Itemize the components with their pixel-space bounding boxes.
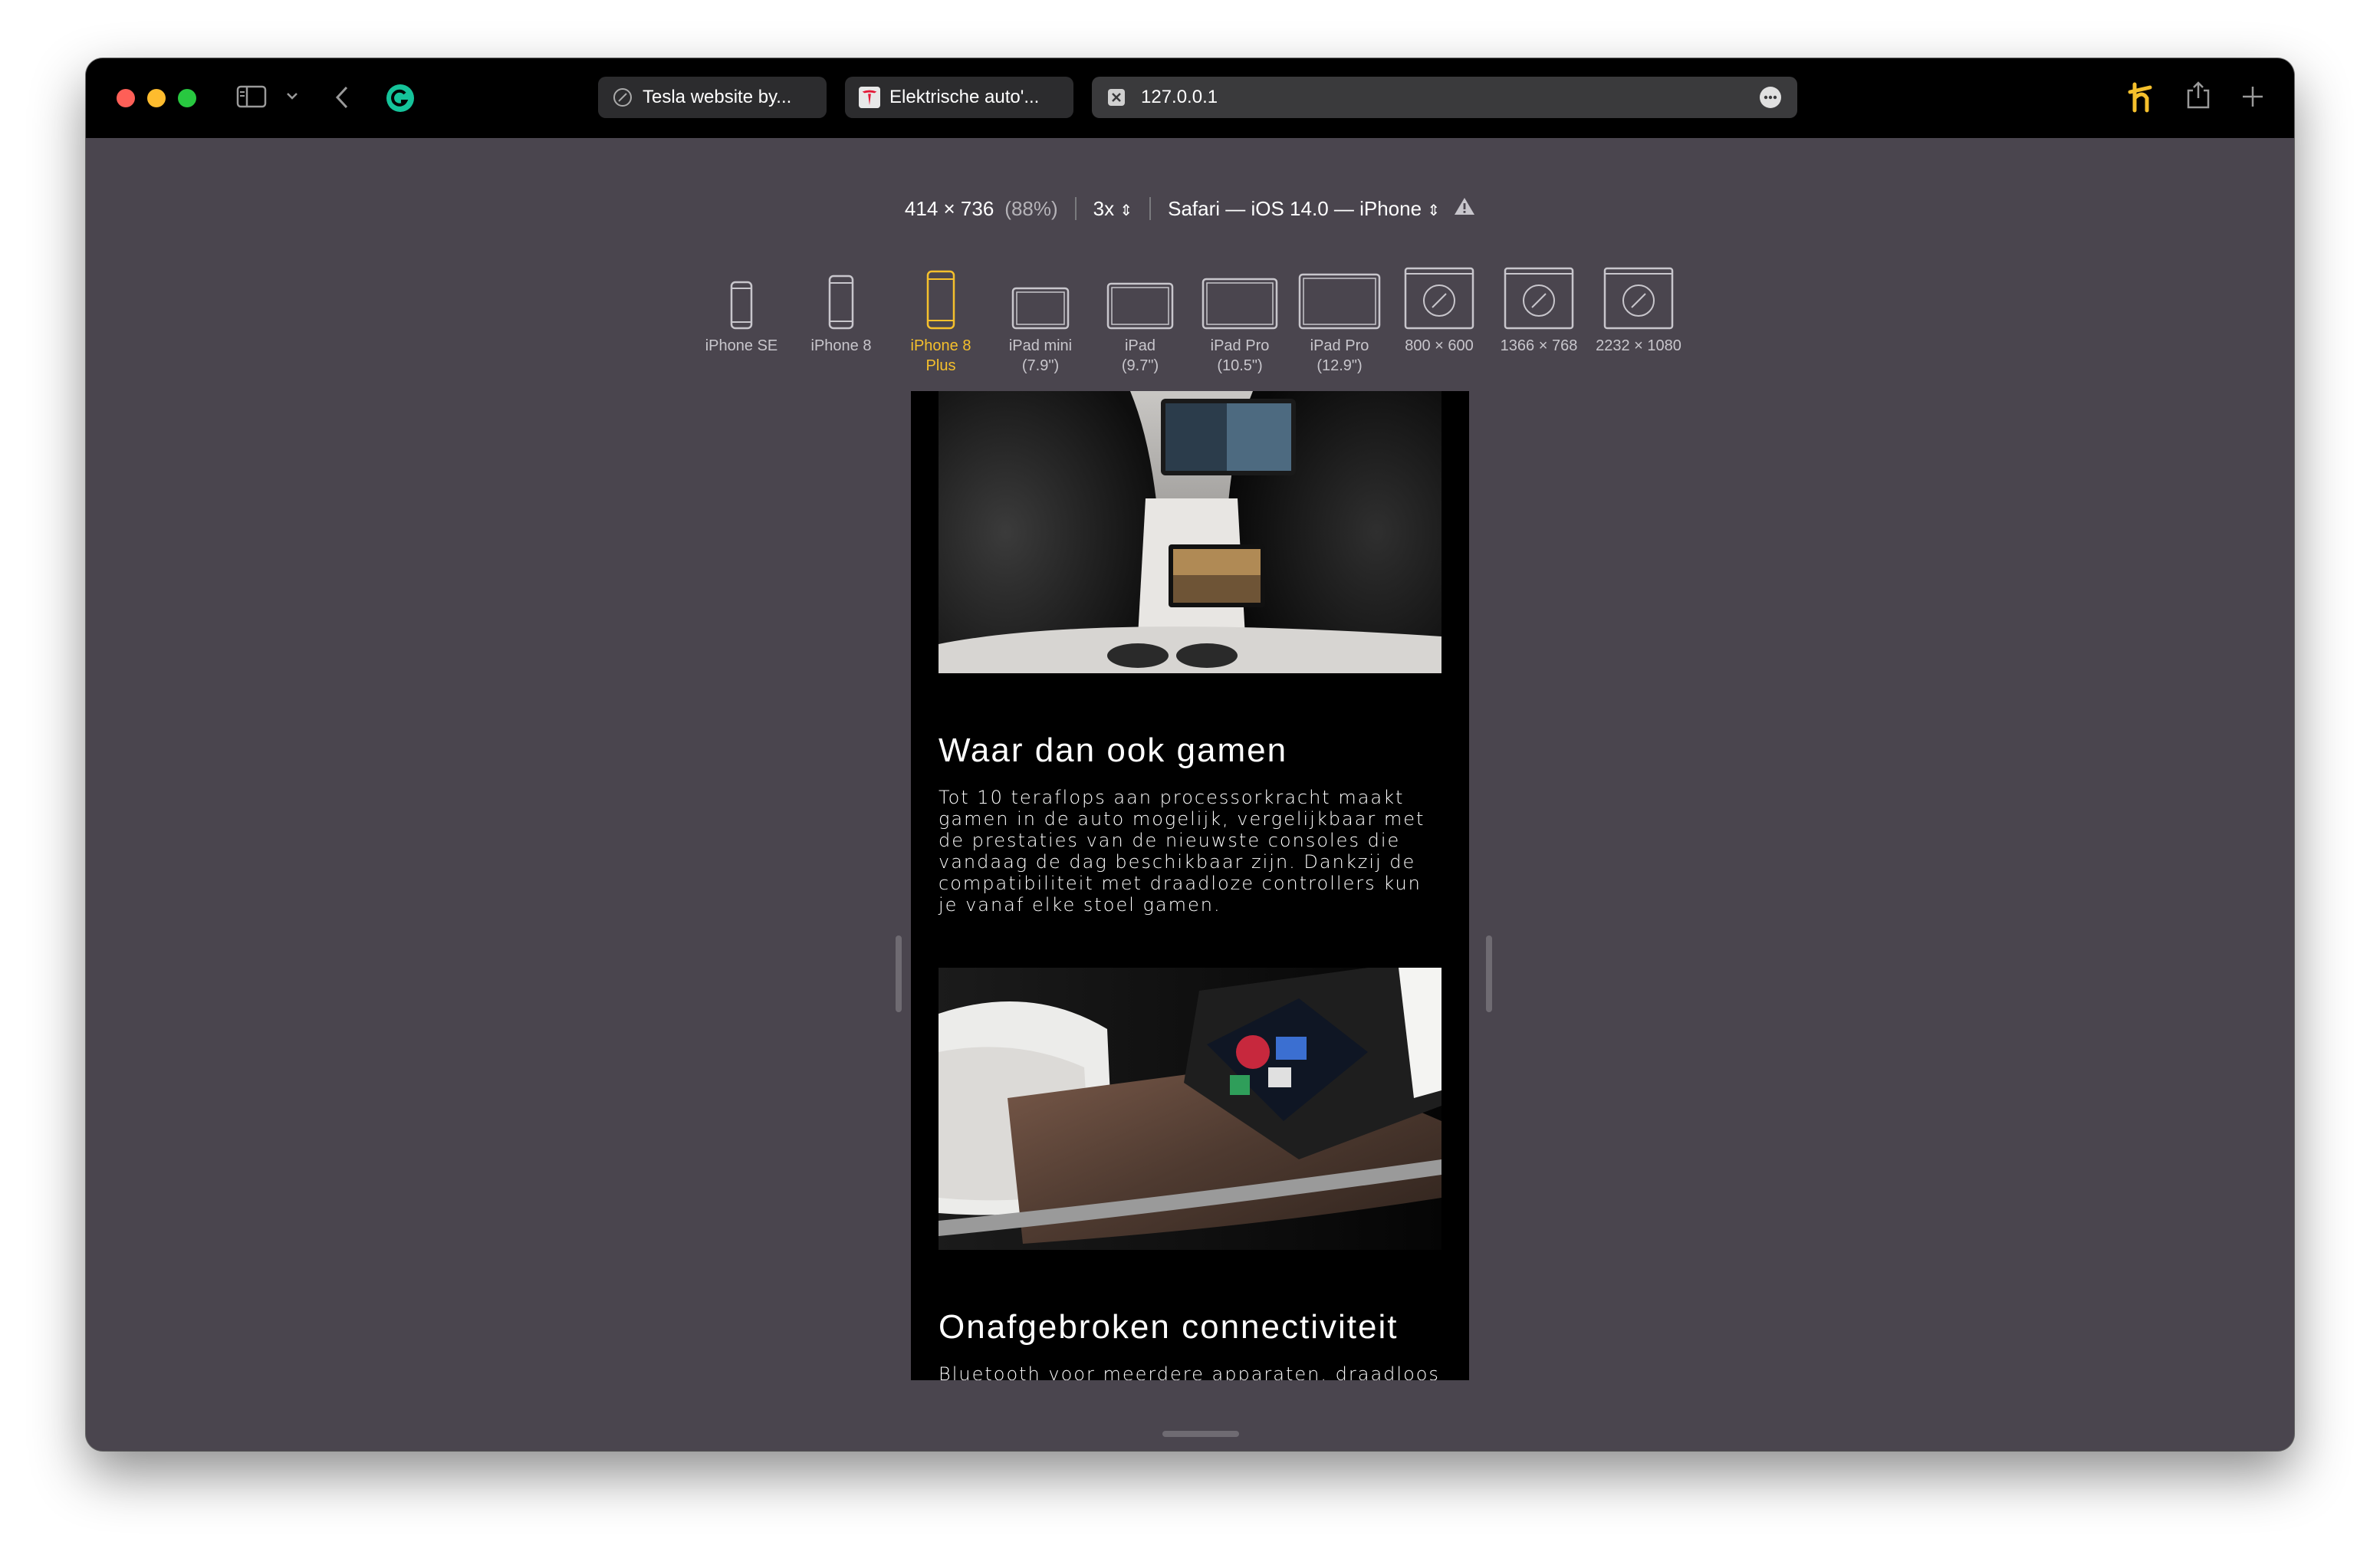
device-iphone-se[interactable]: iPhone SE <box>692 261 791 376</box>
back-button[interactable] <box>333 84 351 114</box>
phone-icon <box>828 261 854 330</box>
section-body: Bluetooth voor meerdere apparaten, draad… <box>939 1363 1440 1380</box>
compass-window-icon <box>1603 261 1674 330</box>
device-label: iPad Pro <box>1310 337 1369 354</box>
device-label: 2232 × 1080 <box>1596 337 1681 354</box>
device-label: iPhone 8 <box>910 337 971 354</box>
close-window-button[interactable] <box>117 89 135 107</box>
resize-handle-left[interactable] <box>896 935 902 1012</box>
device-label: 800 × 600 <box>1405 337 1474 354</box>
share-icon[interactable] <box>2185 80 2211 114</box>
tablet-icon <box>1202 261 1278 330</box>
section-title: Waar dan ook gamen <box>939 732 1288 769</box>
scale-value: 3x <box>1093 196 1115 220</box>
divider <box>1074 197 1077 220</box>
viewport-dimensions: 414 × 736 <box>904 196 994 220</box>
updown-chevron-icon: ⇕ <box>1119 202 1133 219</box>
device-label: iPhone 8 <box>810 337 872 354</box>
device-label-line2: (7.9") <box>1021 357 1060 374</box>
device-ipad-pro-12-9[interactable]: iPad Pro (12.9") <box>1290 261 1389 376</box>
user-agent-value: Safari — iOS 14.0 — iPhone <box>1168 196 1422 220</box>
device-ipad[interactable]: iPad (9.7") <box>1090 261 1190 376</box>
device-1366x768[interactable]: 1366 × 768 <box>1489 261 1589 376</box>
compass-window-icon <box>1504 261 1574 330</box>
more-options-icon[interactable] <box>1759 86 1782 114</box>
device-800x600[interactable]: 800 × 600 <box>1389 261 1489 376</box>
device-label-line2: (12.9") <box>1317 357 1363 374</box>
tesla-logo-icon <box>859 87 880 108</box>
device-label-line2: Plus <box>925 357 956 374</box>
device-label-line2: (9.7") <box>1121 357 1159 374</box>
updown-chevron-icon: ⇕ <box>1427 202 1441 219</box>
tablet-icon <box>1298 261 1381 330</box>
minimize-window-button[interactable] <box>147 89 166 107</box>
maximize-window-button[interactable] <box>178 89 196 107</box>
gaming-interior-image <box>939 391 1441 673</box>
device-iphone-8[interactable]: iPhone 8 <box>791 261 891 376</box>
section-body: Tot 10 teraflops aan processorkracht maa… <box>939 787 1425 916</box>
device-label: 1366 × 768 <box>1500 337 1578 354</box>
tab-tesla-website[interactable]: Tesla website by... <box>598 77 827 118</box>
tab-localhost[interactable]: 127.0.0.1 <box>1092 77 1797 118</box>
device-label: iPad <box>1124 337 1156 354</box>
device-ipad-mini[interactable]: iPad mini (7.9") <box>991 261 1090 376</box>
user-agent-selector[interactable]: Safari — iOS 14.0 — iPhone ⇕ <box>1168 197 1440 221</box>
resize-handle-right[interactable] <box>1486 935 1492 1012</box>
divider <box>1149 197 1152 220</box>
warning-icon[interactable] <box>1454 196 1475 222</box>
device-2232x1080[interactable]: 2232 × 1080 <box>1589 261 1688 376</box>
tab-elektrische-auto[interactable]: Elektrische auto'... <box>845 77 1073 118</box>
tab-label: Tesla website by... <box>643 87 792 107</box>
title-bar: Tesla website by... Elektrische auto'...… <box>86 58 2294 138</box>
connectivity-interior-image <box>939 968 1441 1250</box>
device-label-line2: (10.5") <box>1217 357 1263 374</box>
viewport-info-bar: 414 × 736 (88%) 3x ⇕ Safari — iOS 14.0 —… <box>86 192 2294 225</box>
device-label: iPhone SE <box>705 337 778 354</box>
section-title: Onafgebroken connectiviteit <box>939 1308 1399 1346</box>
phone-icon <box>926 261 955 330</box>
tablet-icon <box>1011 261 1070 330</box>
chevron-down-icon[interactable] <box>285 90 299 105</box>
zoom-level: (88%) <box>1004 196 1058 220</box>
scale-selector[interactable]: 3x ⇕ <box>1093 197 1132 221</box>
address-text[interactable]: 127.0.0.1 <box>1141 87 1218 108</box>
compass-icon <box>612 87 633 108</box>
honey-extension-icon[interactable] <box>2127 81 2158 119</box>
device-label: iPad mini <box>1008 337 1073 354</box>
resize-handle-bottom[interactable] <box>1162 1431 1239 1437</box>
new-tab-icon[interactable] <box>2240 84 2265 113</box>
tablet-icon <box>1106 261 1174 330</box>
close-tab-icon[interactable] <box>1106 87 1127 108</box>
grammarly-icon[interactable] <box>385 83 416 117</box>
device-iphone-8-plus[interactable]: iPhone 8 Plus <box>891 261 991 376</box>
phone-icon <box>730 261 753 330</box>
browser-window: Tesla website by... Elektrische auto'...… <box>86 58 2294 1451</box>
device-presets: iPhone SE iPhone 8 iPhone 8 Plus iPad mi… <box>86 261 2294 376</box>
tab-label: Elektrische auto'... <box>889 87 1040 107</box>
device-label: iPad Pro <box>1210 337 1270 354</box>
compass-window-icon <box>1404 261 1474 330</box>
sidebar-toggle-icon[interactable] <box>236 84 267 113</box>
device-ipad-pro-10-5[interactable]: iPad Pro (10.5") <box>1190 261 1290 376</box>
device-viewport: Waar dan ook gamen Tot 10 teraflops aan … <box>911 391 1469 1380</box>
